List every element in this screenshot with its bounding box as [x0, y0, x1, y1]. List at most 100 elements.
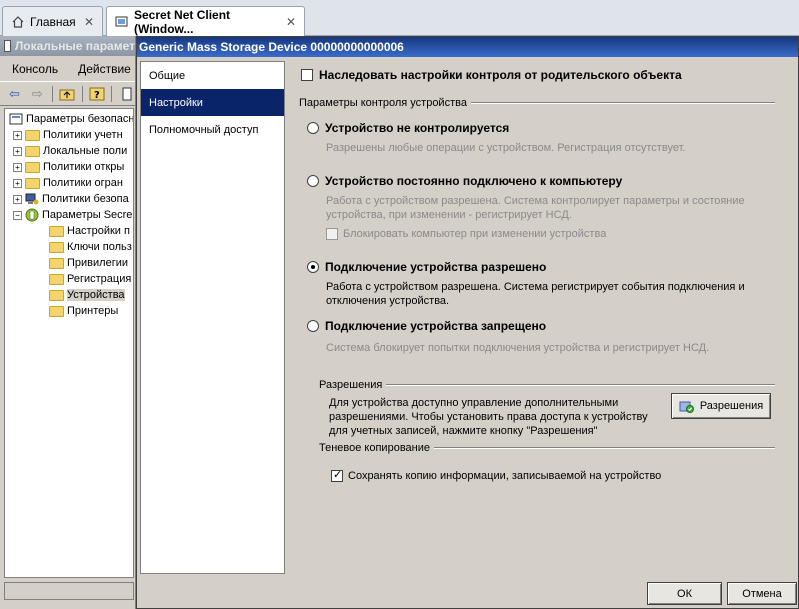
tree-item-label: Параметры безопасн [26, 113, 134, 125]
tree-item-account-policies[interactable]: + Политики учетн [13, 127, 123, 143]
not-controlled-desc: Разрешены любые операции с устройством. … [326, 142, 686, 154]
permissions-button[interactable]: Разрешения [671, 393, 771, 419]
nav-item-mandatory-access[interactable]: Полномочный доступ [141, 116, 284, 143]
tab-home-label: Главная [30, 14, 76, 29]
option-connection-allowed[interactable]: Подключение устройства разрешено [307, 260, 546, 274]
tree-item-label: Принтеры [67, 305, 119, 317]
folder-icon [25, 129, 40, 141]
collapse-icon[interactable]: − [13, 210, 22, 220]
folder-icon [49, 305, 64, 317]
tree-item-label: Политики безопа [42, 193, 129, 205]
export-list-icon[interactable] [118, 85, 135, 103]
console-tree: Параметры безопасн + Политики учетн + Ло… [4, 108, 134, 578]
tree-item-user-keys[interactable]: Ключи польз [49, 239, 132, 255]
inherit-settings-checkbox[interactable] [301, 69, 313, 81]
tree-item-secret-net-settings[interactable]: − Параметры Secre [13, 207, 132, 223]
tab-secret-net-label: Secret Net Client (Window... [134, 8, 231, 36]
inherit-settings-label: Наследовать настройки контроля от родите… [319, 68, 682, 82]
tree-item-security-settings[interactable]: Параметры безопасн [9, 111, 134, 127]
up-folder-icon[interactable] [59, 85, 76, 103]
home-icon [11, 15, 25, 29]
tree-item-label: Регистрация [67, 273, 132, 285]
shadow-copy-label: Сохранять копию информации, записываемой… [348, 470, 662, 482]
shadow-copy-checkbox[interactable] [331, 468, 343, 482]
group-divider [470, 102, 775, 104]
dialog-nav-list: Общие Настройки Полномочный доступ [140, 61, 285, 574]
connection-allowed-radio[interactable] [307, 261, 319, 273]
help-icon[interactable]: ? [88, 85, 105, 103]
not-controlled-radio[interactable] [307, 122, 319, 134]
secret-net-icon [25, 208, 39, 222]
tab-home[interactable]: Главная ✕ [2, 6, 103, 36]
svg-text:?: ? [94, 90, 100, 101]
folder-icon [25, 161, 40, 173]
option-not-controlled[interactable]: Устройство не контролируется [307, 121, 509, 135]
tree-item-label: Параметры Secre [42, 209, 133, 221]
tab-home-close-icon[interactable]: ✕ [84, 15, 94, 29]
mmc-title: Локальные парамет [14, 39, 135, 53]
tree-item-settings[interactable]: Настройки п [49, 223, 130, 239]
cancel-button[interactable]: Отмена [727, 582, 797, 605]
connection-denied-label: Подключение устройства запрещено [325, 319, 547, 333]
back-arrow-icon[interactable]: ⇦ [6, 85, 23, 103]
mmc-title-bar: Локальные парамет [0, 36, 135, 56]
mmc-menubar: Консоль Действие [0, 56, 135, 82]
inherit-settings-row[interactable]: Наследовать настройки контроля от родите… [301, 68, 682, 82]
block-computer-row[interactable]: Блокировать компьютер при изменении устр… [326, 227, 606, 241]
folder-icon [49, 273, 64, 285]
folder-icon [49, 225, 64, 237]
ok-button[interactable]: ОК [647, 582, 722, 605]
tree-item-restriction-policies[interactable]: + Политики огран [13, 175, 123, 191]
expand-icon[interactable]: + [13, 162, 22, 172]
tab-secret-net-close-icon[interactable]: ✕ [286, 15, 296, 29]
toolbar-separator [111, 85, 113, 102]
group-divider [434, 447, 775, 449]
connection-allowed-desc: Работа с устройством разрешена. Система … [326, 281, 745, 307]
expand-icon[interactable]: + [13, 130, 22, 140]
device-properties-dialog: Generic Mass Storage Device 000000000000… [136, 36, 799, 609]
forward-arrow-icon[interactable]: ⇨ [29, 85, 46, 103]
shadow-copy-group-label: Теневое копирование [319, 442, 430, 454]
dialog-title: Generic Mass Storage Device 000000000000… [137, 37, 798, 57]
tree-item-ip-security-policies[interactable]: + Политики безопа [13, 191, 129, 207]
permissions-desc: Для устройства доступно управление допол… [329, 397, 648, 437]
folder-icon [25, 177, 40, 189]
nav-item-settings[interactable]: Настройки [141, 89, 284, 116]
tab-secret-net-client[interactable]: Secret Net Client (Window... ✕ [106, 6, 305, 37]
nav-item-general[interactable]: Общие [141, 62, 284, 89]
permissions-icon [679, 399, 695, 413]
not-controlled-label: Устройство не контролируется [325, 121, 510, 135]
mmc-app-icon [4, 40, 11, 52]
tree-item-label: Локальные поли [43, 145, 128, 157]
tree-item-privileges[interactable]: Привилегии [49, 255, 128, 271]
tree-item-public-key-policies[interactable]: + Политики откры [13, 159, 124, 175]
tree-item-devices[interactable]: Устройства [49, 287, 125, 303]
tree-item-label: Политики откры [43, 161, 125, 173]
menu-console[interactable]: Консоль [0, 62, 66, 76]
always-connected-desc: Работа с устройством разрешена. Система … [326, 195, 745, 221]
always-connected-radio[interactable] [307, 175, 319, 187]
block-computer-label: Блокировать компьютер при изменении устр… [343, 228, 607, 240]
tree-item-local-policies[interactable]: + Локальные поли [13, 143, 127, 159]
expand-icon[interactable]: + [13, 146, 22, 156]
expand-icon[interactable]: + [13, 178, 22, 188]
settings-panel: Наследовать настройки контроля от родите… [289, 61, 797, 574]
tree-item-printers[interactable]: Принтеры [49, 303, 118, 319]
option-always-connected[interactable]: Устройство постоянно подключено к компью… [307, 174, 622, 188]
toolbar-separator [51, 85, 53, 102]
option-connection-denied[interactable]: Подключение устройства запрещено [307, 319, 546, 333]
mmc-window: Локальные парамет Консоль Действие ⇦ ⇨ ?… [0, 36, 136, 609]
folder-icon [25, 145, 40, 157]
tree-item-label: Политики учетн [43, 129, 123, 141]
shadow-copy-row[interactable]: Сохранять копию информации, записываемой… [331, 468, 662, 483]
connection-denied-desc: Система блокирует попытки подключения ус… [326, 342, 710, 354]
connection-denied-radio[interactable] [307, 320, 319, 332]
toolbar-separator [81, 85, 83, 102]
expand-icon[interactable]: + [13, 194, 22, 204]
folder-icon [49, 257, 64, 269]
block-computer-checkbox[interactable] [326, 228, 338, 240]
menu-action[interactable]: Действие [66, 62, 139, 76]
tree-item-label: Ключи польз [67, 241, 132, 253]
tree-item-label: Устройства [67, 289, 125, 301]
tree-item-registration[interactable]: Регистрация [49, 271, 131, 287]
